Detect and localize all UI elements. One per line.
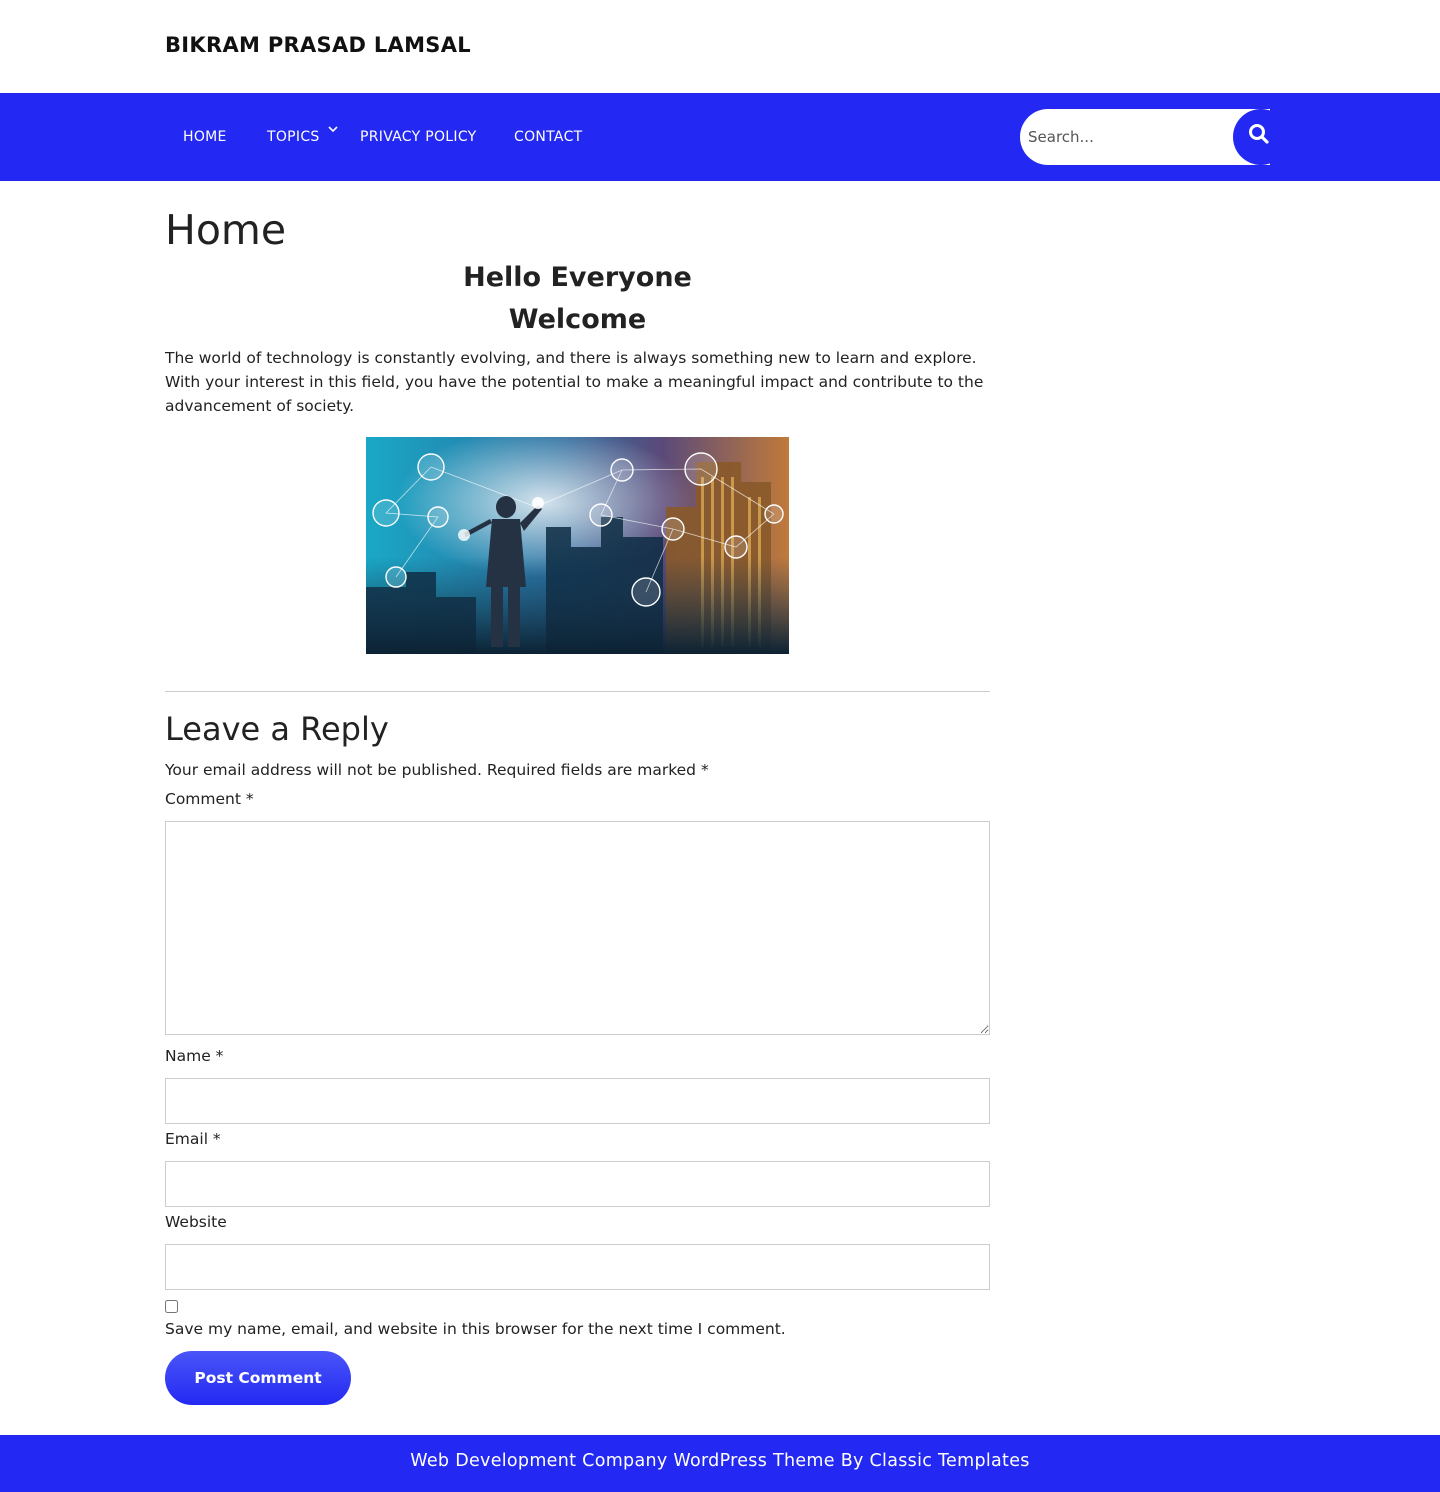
search-button[interactable] [1233,109,1289,165]
post-comment-button[interactable]: Post Comment [165,1351,351,1405]
search-box [1020,109,1289,165]
chevron-down-icon[interactable] [328,123,340,135]
save-info-checkbox[interactable] [165,1300,178,1313]
name-field[interactable] [165,1078,990,1124]
comment-textarea[interactable] [165,821,990,1035]
reply-title: Leave a Reply [165,710,389,748]
main-navigation: HOME TOPICS PRIVACY POLICY CONTACT [0,93,1440,181]
email-field[interactable] [165,1161,990,1207]
comment-notes: Your email address will not be published… [165,761,709,779]
welcome-heading: Welcome [508,304,647,335]
nav-privacy-policy[interactable]: PRIVACY POLICY [360,129,477,145]
hello-heading: Hello Everyone [463,262,692,293]
intro-paragraph: The world of technology is constantly ev… [165,349,984,415]
search-input[interactable] [1020,109,1235,165]
site-header: BIKRAM PRASAD LAMSAL [0,0,1440,93]
footer-credit-link[interactable]: Web Development Company WordPress Theme … [0,1451,1440,1471]
technology-hero-image [366,437,789,654]
nav-home[interactable]: HOME [183,129,227,145]
email-label: Email * [165,1130,221,1148]
site-title-link[interactable]: BIKRAM PRASAD LAMSAL [165,33,471,57]
site-footer: Web Development Company WordPress Theme … [0,1435,1440,1492]
nav-topics[interactable]: TOPICS [267,129,320,145]
save-info-label: Save my name, email, and website in this… [165,1320,786,1338]
search-icon [1249,124,1269,144]
website-label: Website [165,1213,227,1231]
website-field[interactable] [165,1244,990,1290]
page-title: Home [165,206,287,254]
nav-contact[interactable]: CONTACT [514,129,583,145]
name-label: Name * [165,1047,224,1065]
comment-label: Comment * [165,790,254,808]
divider [165,691,990,692]
